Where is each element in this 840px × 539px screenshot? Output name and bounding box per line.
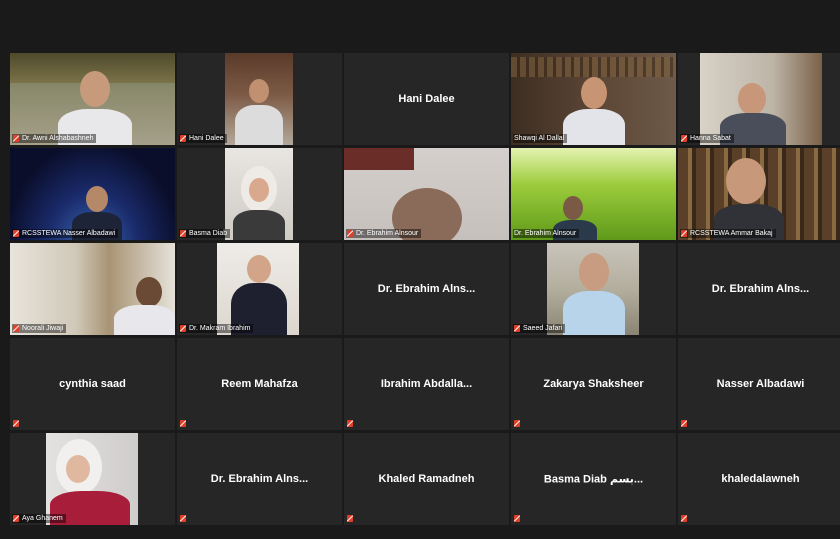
participant-video xyxy=(678,148,840,240)
participant-video xyxy=(225,53,293,145)
muted-mic-icon xyxy=(180,230,186,237)
participant-name: Ibrahim Abdalla... xyxy=(380,378,473,390)
participant-tile[interactable]: Dr. Ebrahim Alns... xyxy=(344,243,509,335)
participant-tile[interactable]: Dr. Ebrahim Alnsour xyxy=(344,148,509,240)
participant-tile[interactable]: Dr. Ebrahim Alns... xyxy=(678,243,840,335)
participant-video xyxy=(217,243,299,335)
participant-name: Dr. Ebrahim Alns... xyxy=(711,283,810,295)
participant-video xyxy=(344,148,509,240)
participant-tile[interactable]: Noorali Jiwaji xyxy=(10,243,175,335)
participant-video xyxy=(10,53,175,145)
participant-name: Basma Diab بسم... xyxy=(543,473,644,486)
participant-tile[interactable]: Hani Dalee xyxy=(344,53,509,145)
muted-mic-icon xyxy=(180,325,186,332)
participant-name: Hani Dalee xyxy=(398,93,455,105)
participant-tile[interactable]: Shawqi Al Dallal xyxy=(511,53,676,145)
participant-tile[interactable]: Hanna Sabat xyxy=(678,53,840,145)
muted-mic-icon xyxy=(13,515,19,522)
participant-name: cynthia saad xyxy=(59,378,126,390)
muted-mic-icon xyxy=(13,135,19,142)
participant-name-label: RCSSTEWA Nasser Albadawi xyxy=(12,229,119,238)
participant-name-label: Dr. Ebrahim Alnsour xyxy=(513,229,580,238)
participant-video xyxy=(10,148,175,240)
participant-name-label: Dr. Makram Ibrahim xyxy=(179,324,254,333)
participant-tile[interactable]: Dr. Ebrahim Alns... xyxy=(177,433,342,525)
participant-tile[interactable]: Dr. Awni Alshabashneh xyxy=(10,53,175,145)
participant-video xyxy=(511,53,676,145)
participant-name: Zakarya Shaksheer xyxy=(543,378,644,390)
participant-name-label: Noorali Jiwaji xyxy=(12,324,67,333)
participant-tile[interactable]: Dr. Ebrahim Alnsour xyxy=(511,148,676,240)
participant-name: Nasser Albadawi xyxy=(716,378,805,390)
participant-video xyxy=(10,243,175,335)
muted-mic-icon xyxy=(180,135,186,142)
muted-mic-icon xyxy=(13,325,19,332)
participant-name-label: Basma Diab xyxy=(179,229,231,238)
muted-mic-icon xyxy=(514,515,520,522)
participant-name-label: RCSSTEWA Ammar Bakaj xyxy=(680,229,776,238)
muted-mic-icon xyxy=(681,420,687,427)
participant-tile[interactable]: Zakarya Shaksheer xyxy=(511,338,676,430)
participant-tile[interactable]: Aya Ghanem xyxy=(10,433,175,525)
muted-mic-icon xyxy=(347,515,353,522)
participant-name: Khaled Ramadneh xyxy=(378,473,475,485)
muted-mic-icon xyxy=(13,420,19,427)
muted-mic-icon xyxy=(347,420,353,427)
participant-video xyxy=(511,148,676,240)
participant-tile[interactable]: Dr. Makram Ibrahim xyxy=(177,243,342,335)
participant-name: Reem Mahafza xyxy=(221,378,298,390)
muted-mic-icon xyxy=(514,420,520,427)
participant-tile[interactable]: Basma Diab بسم... xyxy=(511,433,676,525)
participant-tile[interactable]: Hani Dalee xyxy=(177,53,342,145)
participant-video xyxy=(46,433,138,525)
participant-name-label: Saeed Jafari xyxy=(513,324,566,333)
participant-name: khaledalawneh xyxy=(721,473,800,485)
participant-name: Dr. Ebrahim Alns... xyxy=(377,283,476,295)
participant-name-label: Hani Dalee xyxy=(179,134,227,143)
participant-name: Dr. Ebrahim Alns... xyxy=(210,473,309,485)
participant-tile[interactable]: RCSSTEWA Nasser Albadawi xyxy=(10,148,175,240)
participant-name-label: Shawqi Al Dallal xyxy=(513,134,568,143)
participant-tile[interactable]: Reem Mahafza xyxy=(177,338,342,430)
muted-mic-icon xyxy=(514,325,520,332)
participant-tile[interactable]: khaledalawneh xyxy=(678,433,840,525)
participant-tile[interactable]: Khaled Ramadneh xyxy=(344,433,509,525)
muted-mic-icon xyxy=(681,135,687,142)
muted-mic-icon xyxy=(681,515,687,522)
participant-tile[interactable]: RCSSTEWA Ammar Bakaj xyxy=(678,148,840,240)
participant-tile[interactable]: Ibrahim Abdalla... xyxy=(344,338,509,430)
participant-video xyxy=(700,53,822,145)
participant-video xyxy=(547,243,639,335)
gallery-view-grid: Dr. Awni Alshabashneh Hani Dalee Hani Da… xyxy=(10,53,840,527)
muted-mic-icon xyxy=(681,230,687,237)
participant-tile[interactable]: Saeed Jafari xyxy=(511,243,676,335)
muted-mic-icon xyxy=(13,230,19,237)
participant-name-label: Dr. Ebrahim Alnsour xyxy=(346,229,422,238)
muted-mic-icon xyxy=(180,420,186,427)
muted-mic-icon xyxy=(180,515,186,522)
muted-mic-icon xyxy=(347,230,353,237)
participant-name-label: Dr. Awni Alshabashneh xyxy=(12,134,97,143)
participant-tile[interactable]: Nasser Albadawi xyxy=(678,338,840,430)
participant-name-label: Aya Ghanem xyxy=(12,514,66,523)
participant-tile[interactable]: Basma Diab xyxy=(177,148,342,240)
participant-video xyxy=(225,148,293,240)
participant-name-label: Hanna Sabat xyxy=(680,134,734,143)
participant-tile[interactable]: cynthia saad xyxy=(10,338,175,430)
